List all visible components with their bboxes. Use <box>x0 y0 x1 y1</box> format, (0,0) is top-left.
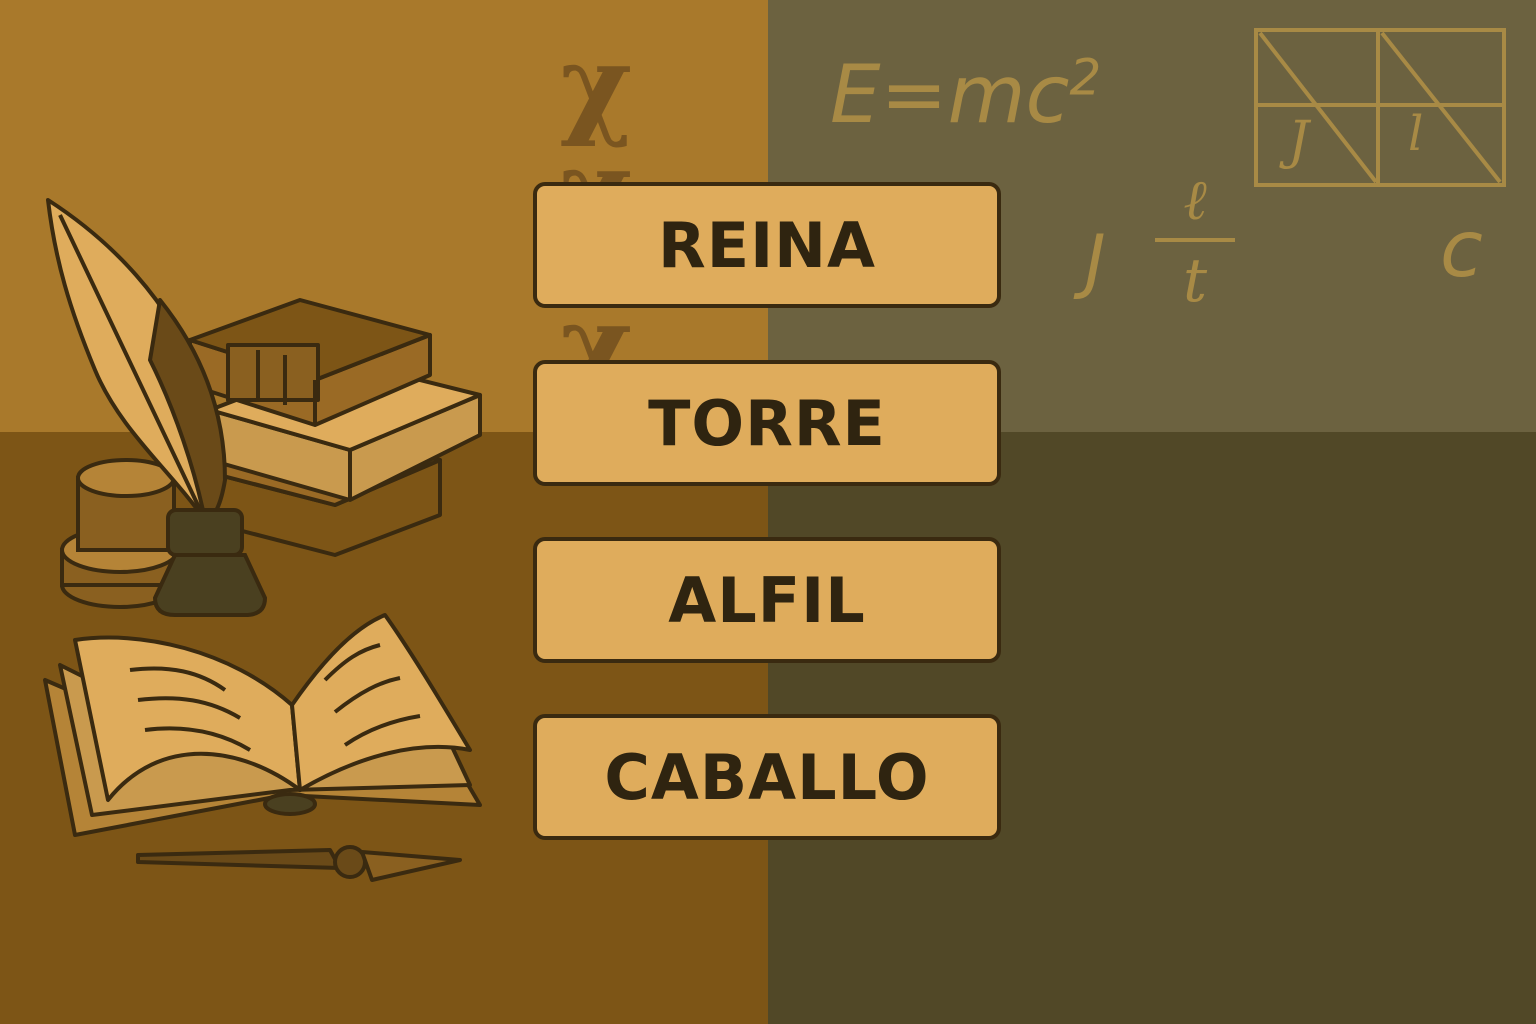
option-torre-button[interactable]: TORRE <box>533 360 1001 486</box>
open-book-icon <box>43 613 482 837</box>
option-alfil-button[interactable]: ALFIL <box>533 537 1001 663</box>
grid-letter-left: J <box>1279 111 1312 171</box>
illustration-layer: J l <box>43 28 1506 882</box>
option-caballo-button[interactable]: CABALLO <box>533 714 1001 840</box>
option-reina-button[interactable]: REINA <box>533 182 1001 308</box>
grid-letter-right: l <box>1408 106 1423 162</box>
